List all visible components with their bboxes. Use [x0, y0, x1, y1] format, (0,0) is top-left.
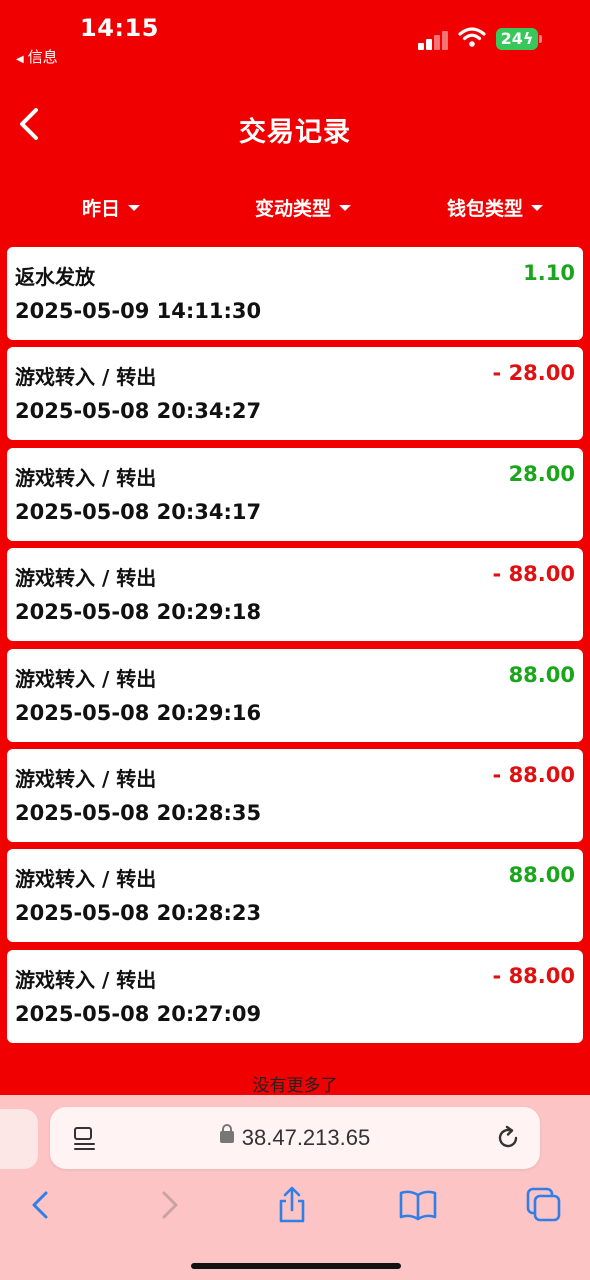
- url-display[interactable]: 38.47.213.65: [50, 1124, 540, 1151]
- transaction-card[interactable]: 游戏转入 / 转出 88.00 2025-05-08 20:28:23: [7, 849, 583, 943]
- browser-toolbar: [0, 1185, 590, 1229]
- charging-bolt-icon: ϟ: [522, 29, 534, 48]
- filter-label: 变动类型: [255, 198, 332, 220]
- transaction-card[interactable]: 游戏转入 / 转出 - 88.00 2025-05-08 20:27:09: [7, 949, 583, 1043]
- filter-change-type-dropdown[interactable]: 变动类型: [255, 194, 352, 221]
- transaction-type: 游戏转入 / 转出: [15, 867, 157, 892]
- transaction-card[interactable]: 游戏转入 / 转出 - 88.00 2025-05-08 20:29:18: [7, 548, 583, 642]
- page-header: 交易记录: [0, 90, 590, 170]
- share-icon[interactable]: [272, 1185, 312, 1225]
- filter-label: 钱包类型: [447, 198, 524, 220]
- transaction-card[interactable]: 游戏转入 / 转出 88.00 2025-05-08 20:29:16: [7, 648, 583, 742]
- caret-down-icon: [531, 204, 544, 211]
- transaction-amount: 88.00: [508, 662, 575, 687]
- transaction-type: 游戏转入 / 转出: [15, 666, 157, 691]
- transaction-datetime: 2025-05-08 20:34:27: [15, 399, 262, 424]
- filter-label: 昨日: [82, 198, 121, 220]
- transaction-type: 游戏转入 / 转出: [15, 766, 157, 791]
- battery-tip: [539, 35, 542, 43]
- status-bar: 14:15 ◀ 信息 24ϟ: [0, 0, 590, 72]
- transaction-amount: - 88.00: [492, 562, 575, 587]
- transaction-type: 返水发放: [15, 265, 95, 289]
- caret-down-icon: [339, 204, 352, 211]
- browser-back-icon[interactable]: [22, 1185, 62, 1225]
- reload-icon[interactable]: [494, 1124, 522, 1152]
- back-to-app-link[interactable]: ◀ 信息: [16, 46, 58, 67]
- transaction-amount: 1.10: [523, 261, 575, 285]
- transaction-datetime: 2025-05-08 20:28:23: [15, 901, 262, 926]
- filter-bar: 昨日 变动类型 钱包类型: [0, 186, 590, 230]
- filter-wallet-type-dropdown[interactable]: 钱包类型: [447, 194, 544, 221]
- back-app-label: 信息: [27, 48, 58, 66]
- transaction-datetime: 2025-05-08 20:28:35: [15, 800, 262, 825]
- transaction-amount: - 28.00: [492, 361, 575, 386]
- list-end-text: 没有更多了: [252, 1076, 338, 1096]
- url-text: 38.47.213.65: [241, 1125, 371, 1150]
- transaction-datetime: 2025-05-08 20:34:17: [15, 499, 262, 524]
- transaction-datetime: 2025-05-09 14:11:30: [15, 299, 262, 323]
- back-triangle-icon: ◀: [16, 54, 24, 65]
- cellular-signal-icon: [418, 30, 450, 50]
- transaction-amount: - 88.00: [492, 762, 575, 787]
- transaction-type: 游戏转入 / 转出: [15, 365, 157, 390]
- filter-date-dropdown[interactable]: 昨日: [82, 194, 141, 221]
- transaction-type: 游戏转入 / 转出: [15, 967, 157, 992]
- transaction-amount: 88.00: [508, 863, 575, 888]
- transaction-type: 游戏转入 / 转出: [15, 465, 157, 490]
- transaction-datetime: 2025-05-08 20:29:16: [15, 700, 262, 725]
- browser-forward-icon[interactable]: [148, 1185, 188, 1225]
- transaction-card[interactable]: 游戏转入 / 转出 - 28.00 2025-05-08 20:34:27: [7, 347, 583, 441]
- address-bar[interactable]: 38.47.213.65: [50, 1107, 540, 1169]
- transaction-datetime: 2025-05-08 20:27:09: [15, 1001, 262, 1026]
- page-title: 交易记录: [239, 117, 351, 148]
- transaction-card[interactable]: 游戏转入 / 转出 28.00 2025-05-08 20:34:17: [7, 447, 583, 541]
- transaction-datetime: 2025-05-08 20:29:18: [15, 600, 262, 625]
- wifi-icon: [458, 27, 486, 47]
- tabs-icon[interactable]: [524, 1185, 564, 1225]
- home-indicator: [191, 1263, 401, 1269]
- transaction-amount: - 88.00: [492, 963, 575, 988]
- caret-down-icon: [128, 204, 141, 211]
- status-time: 14:15: [80, 14, 159, 42]
- lock-icon: [219, 1124, 234, 1144]
- transaction-card[interactable]: 返水发放 1.10 2025-05-09 14:11:30: [7, 247, 583, 340]
- browser-bottom-bar: 38.47.213.65: [0, 1095, 590, 1280]
- transaction-amount: 28.00: [508, 461, 575, 486]
- battery-level: 24: [500, 29, 523, 48]
- bookmarks-icon[interactable]: [398, 1185, 438, 1225]
- battery-indicator: 24ϟ: [496, 28, 538, 50]
- transaction-list: 返水发放 1.10 2025-05-09 14:11:30 游戏转入 / 转出 …: [7, 247, 583, 1050]
- transaction-card[interactable]: 游戏转入 / 转出 - 88.00 2025-05-08 20:28:35: [7, 748, 583, 842]
- transaction-type: 游戏转入 / 转出: [15, 566, 157, 591]
- previous-tab-preview[interactable]: [0, 1109, 38, 1169]
